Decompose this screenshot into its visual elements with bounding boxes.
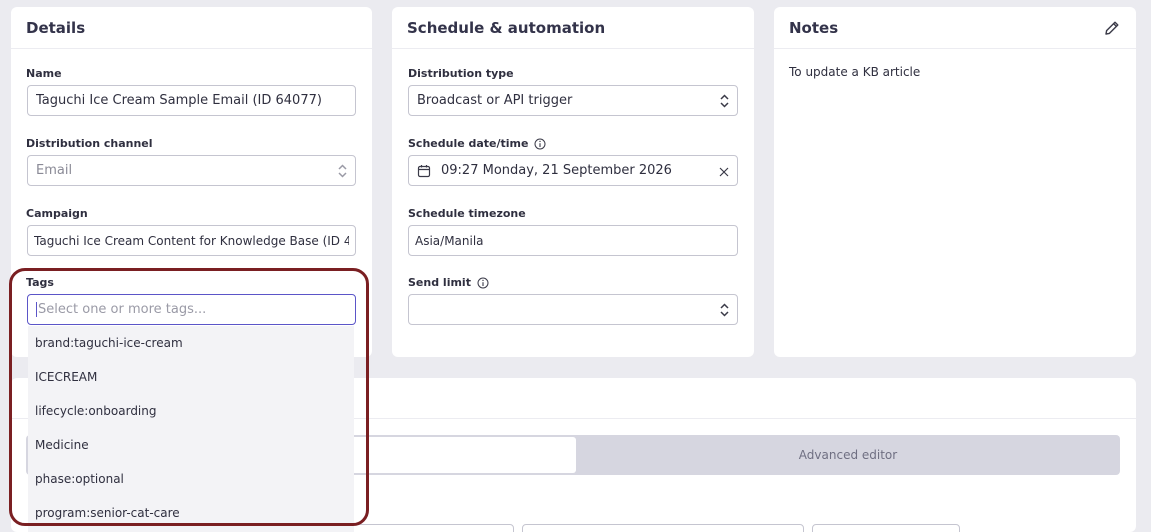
notes-card: Notes To update a KB article (774, 7, 1136, 357)
details-header: Details (11, 7, 372, 49)
schedule-datetime-label-text: Schedule date/time (408, 137, 529, 150)
name-label: Name (26, 67, 62, 80)
schedule-title: Schedule & automation (407, 18, 606, 37)
bottom-field-2 (522, 524, 804, 532)
tag-option[interactable]: phase:optional (28, 462, 354, 496)
tag-option[interactable]: lifecycle:onboarding (28, 394, 354, 428)
send-limit-label-text: Send limit (408, 276, 471, 289)
schedule-timezone-label: Schedule timezone (408, 207, 526, 220)
bottom-field-3 (812, 524, 960, 532)
distribution-channel-value: Email (36, 163, 73, 178)
editor-mode-advanced[interactable]: Advanced editor (576, 435, 1120, 475)
notes-text: To update a KB article (789, 65, 921, 79)
tags-dropdown: brand:taguchi-ice-cream ICECREAM lifecyc… (28, 326, 354, 532)
campaign-value: Taguchi Ice Cream Content for Knowledge … (34, 233, 349, 248)
advanced-editor-label: Advanced editor (798, 448, 898, 462)
details-title: Details (26, 18, 86, 37)
campaign-input[interactable]: Taguchi Ice Cream Content for Knowledge … (27, 225, 356, 256)
distribution-type-value: Broadcast or API trigger (417, 93, 573, 108)
schedule-datetime-input[interactable]: 09:27 Monday, 21 September 2026 (408, 155, 738, 186)
schedule-datetime-label: Schedule date/time (408, 137, 546, 150)
calendar-icon (417, 164, 431, 178)
clear-icon[interactable] (719, 166, 729, 176)
distribution-channel-select[interactable]: Email (27, 155, 356, 186)
distribution-type-label: Distribution type (408, 67, 514, 80)
text-cursor (36, 302, 37, 317)
info-icon[interactable] (477, 277, 489, 289)
schedule-datetime-value: 09:27 Monday, 21 September 2026 (441, 163, 672, 178)
notes-title: Notes (789, 18, 839, 37)
info-icon[interactable] (534, 138, 546, 150)
tags-placeholder: Select one or more tags... (38, 302, 207, 317)
notes-header: Notes (774, 7, 1136, 49)
tag-option[interactable]: Medicine (28, 428, 354, 462)
tags-input[interactable]: Select one or more tags... (27, 294, 356, 325)
select-caret-icon (337, 163, 347, 179)
name-input[interactable]: Taguchi Ice Cream Sample Email (ID 64077… (27, 85, 356, 116)
edit-pencil-icon[interactable] (1103, 19, 1121, 37)
distribution-channel-label: Distribution channel (26, 137, 153, 150)
send-limit-label: Send limit (408, 276, 489, 289)
select-caret-icon (719, 93, 729, 109)
tags-label: Tags (26, 276, 54, 289)
schedule-timezone-input[interactable]: Asia/Manila (408, 225, 738, 256)
tag-option[interactable]: ICECREAM (28, 360, 354, 394)
name-value: Taguchi Ice Cream Sample Email (ID 64077… (36, 93, 322, 108)
tag-option[interactable]: program:senior-cat-care (28, 496, 354, 530)
schedule-header: Schedule & automation (392, 7, 754, 49)
send-limit-input[interactable] (408, 294, 738, 325)
stepper-caret-icon[interactable] (719, 302, 729, 318)
tag-option[interactable]: brand:taguchi-ice-cream (28, 326, 354, 360)
campaign-label: Campaign (26, 207, 88, 220)
distribution-type-select[interactable]: Broadcast or API trigger (408, 85, 738, 116)
schedule-timezone-value: Asia/Manila (415, 233, 484, 248)
